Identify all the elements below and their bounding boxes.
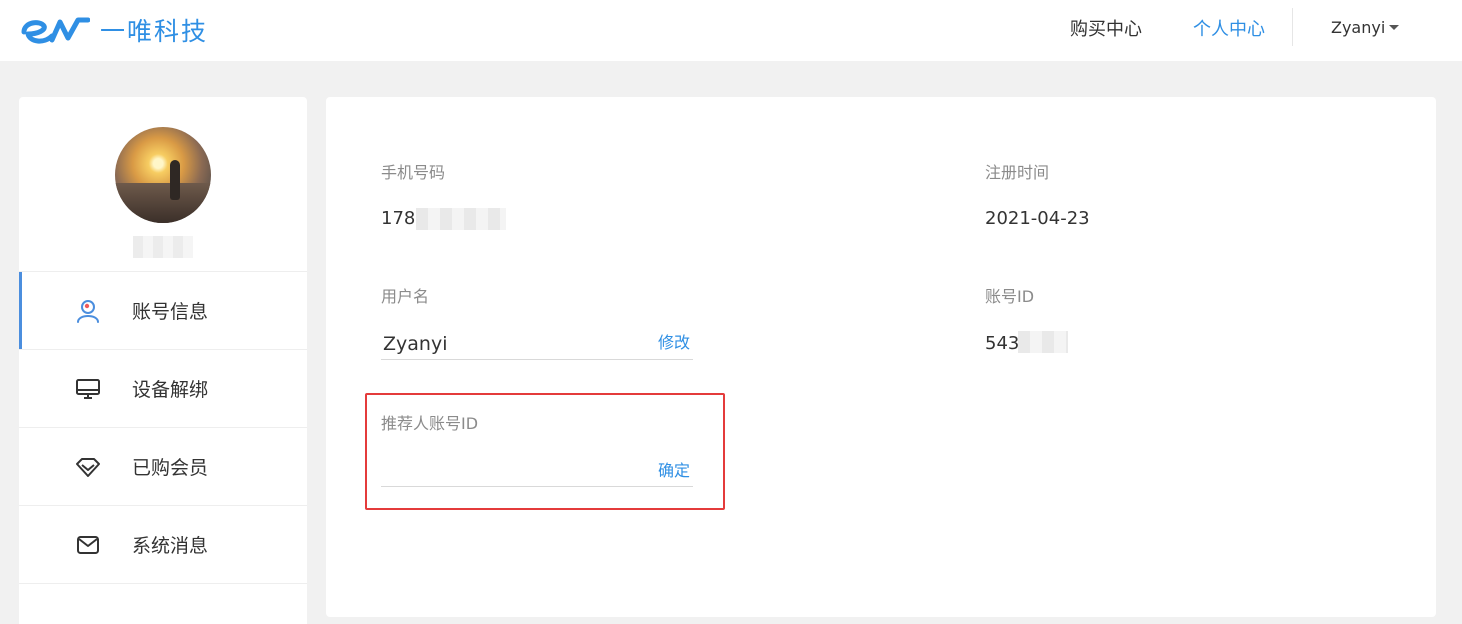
nav-purchase-center[interactable]: 购买中心 [1070, 15, 1142, 41]
caret-down-icon [1389, 25, 1400, 30]
sidebar-item-more[interactable] [19, 583, 307, 624]
username-value: Zyanyi [383, 333, 448, 355]
sidebar-item-label: 已购会员 [132, 457, 209, 479]
sidebar-menu: 账号信息 设备解绑 已购会员 系统消息 [19, 271, 307, 624]
account-id-blurred [1018, 331, 1068, 353]
account-info-panel: 手机号码 178 注册时间 2021-04-23 用户名 Zyanyi 修改 账… [326, 97, 1436, 617]
sidebar-item-system-messages[interactable]: 系统消息 [19, 505, 307, 583]
phone-blurred [416, 208, 506, 230]
account-id-value: 543 [985, 333, 1020, 354]
confirm-referrer-button[interactable]: 确定 [658, 457, 690, 481]
referrer-id-input[interactable] [381, 452, 693, 487]
sidebar-item-device-unbind[interactable]: 设备解绑 [19, 349, 307, 427]
sidebar-item-label: 设备解绑 [132, 379, 209, 401]
nav-divider [1292, 8, 1293, 46]
diamond-icon [75, 454, 101, 480]
top-navigation-bar: 一唯科技 购买中心 个人中心 Zyanyi [0, 0, 1462, 61]
referrer-label: 推荐人账号ID [381, 414, 479, 433]
edit-username-button[interactable]: 修改 [658, 329, 690, 353]
user-icon [75, 298, 101, 324]
monitor-icon [75, 376, 101, 402]
sidebar-item-label: 账号信息 [132, 301, 209, 323]
brand-name: 一唯科技 [100, 17, 209, 46]
sidebar-item-purchased-membership[interactable]: 已购会员 [19, 427, 307, 505]
phone-value: 178 [381, 208, 416, 229]
nav-personal-center[interactable]: 个人中心 [1193, 15, 1265, 41]
user-name: Zyanyi [1331, 18, 1386, 37]
avatar[interactable] [115, 127, 211, 223]
username-blurred [133, 236, 193, 258]
register-time-value: 2021-04-23 [985, 208, 1090, 229]
sidebar: 账号信息 设备解绑 已购会员 系统消息 [19, 97, 307, 624]
sidebar-item-account-info[interactable]: 账号信息 [19, 271, 307, 349]
sidebar-item-label: 系统消息 [132, 535, 209, 557]
account-id-label: 账号ID [985, 287, 1035, 306]
avatar-ground [115, 182, 211, 223]
user-menu-dropdown[interactable]: Zyanyi [1331, 18, 1400, 37]
phone-label: 手机号码 [381, 163, 446, 182]
brand-logo[interactable]: 一唯科技 [18, 8, 208, 52]
username-label: 用户名 [381, 287, 430, 306]
mail-icon [75, 532, 101, 558]
en-logo-icon [18, 12, 90, 48]
avatar-figure [170, 160, 180, 200]
register-time-label: 注册时间 [985, 163, 1050, 182]
